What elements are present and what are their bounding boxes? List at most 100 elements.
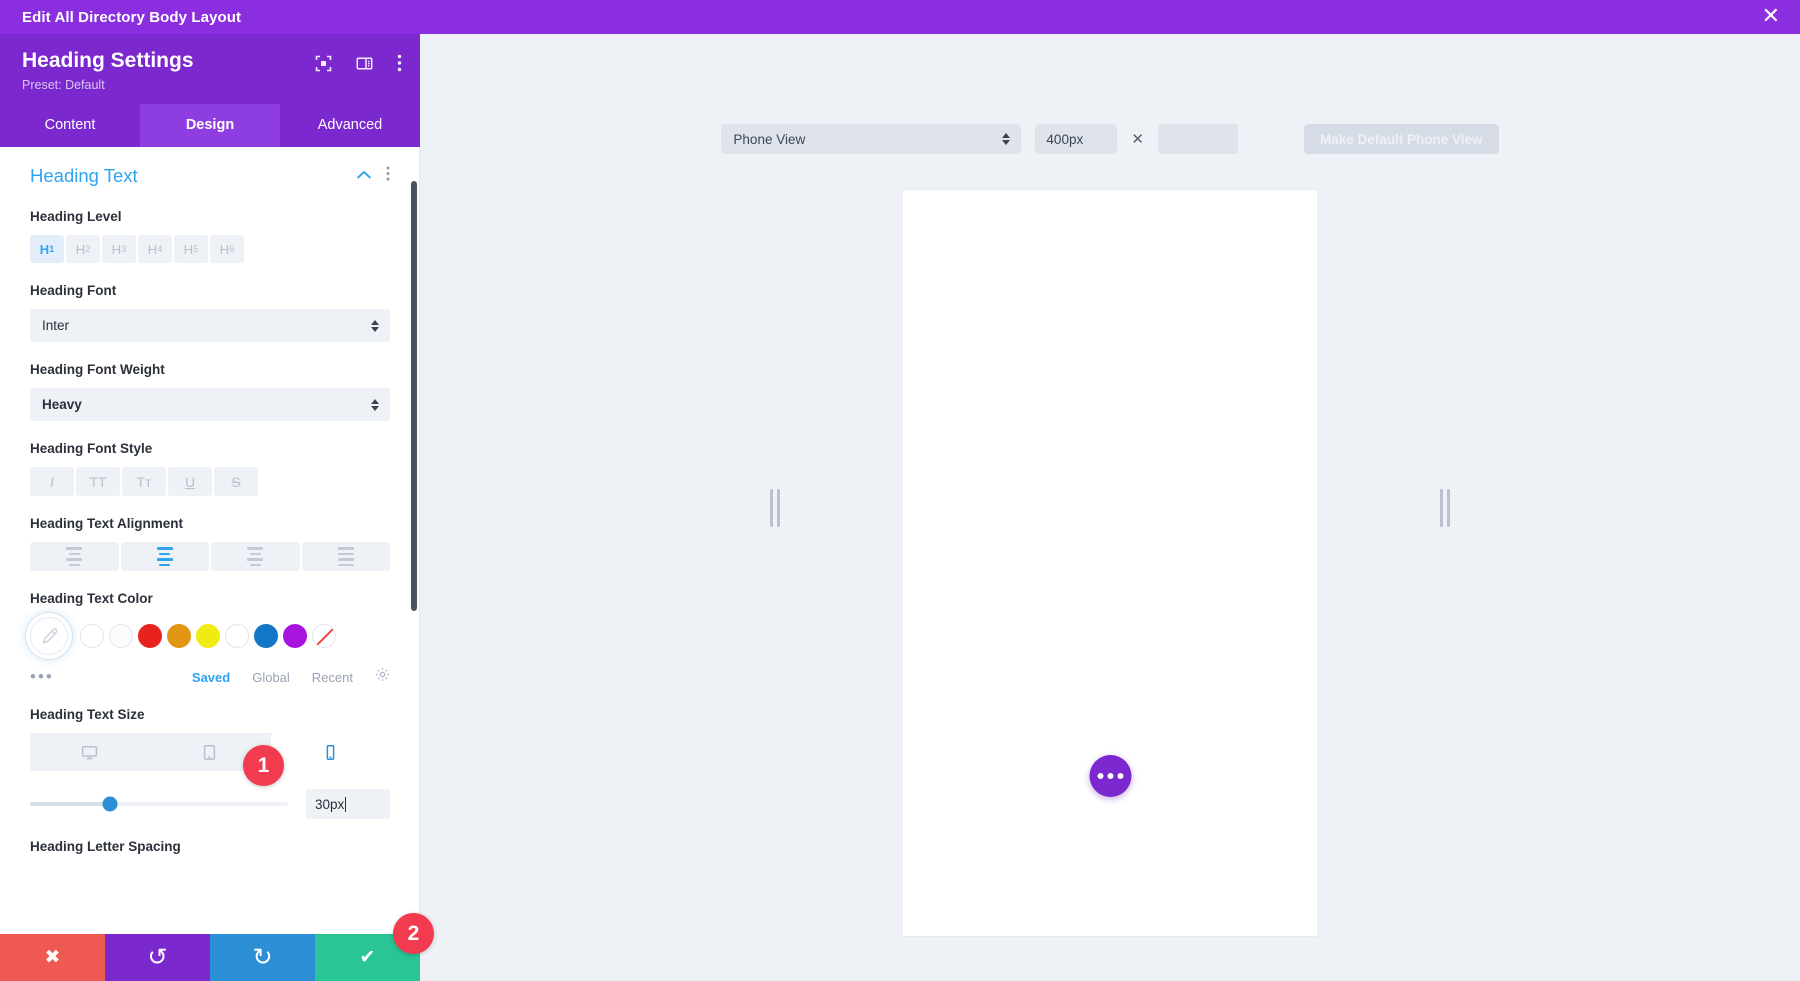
swatch-white-2[interactable] [109,624,133,649]
heading-text-size-slider-row: 30px [30,789,390,820]
h2-sub: 2 [85,244,91,255]
underline-icon[interactable]: U [168,467,212,497]
text-caret [345,796,347,812]
color-tab-saved[interactable]: Saved [192,670,230,685]
heading-level-h1[interactable]: H1 [30,235,64,264]
make-default-phone-view-button[interactable]: Make Default Phone View [1304,124,1499,154]
panel-scrollbar[interactable] [411,181,417,612]
swatch-blue[interactable] [254,624,278,649]
swatch-orange[interactable] [167,624,191,649]
slider-thumb[interactable] [102,796,118,812]
h3-sub: 3 [121,244,127,255]
check-icon: ✔ [359,947,376,968]
heading-level-h5[interactable]: H5 [174,235,208,264]
desktop-icon[interactable] [30,733,149,771]
swatch-purple[interactable] [283,624,307,649]
h3-label: H [111,241,122,257]
h6-sub: 6 [229,244,235,255]
resize-handle-left[interactable] [770,488,780,527]
focus-target-icon[interactable] [315,55,332,77]
view-mode-select[interactable]: Phone View [721,124,1022,154]
heading-font-weight-value: Heavy [42,397,82,413]
panel-preset-selector[interactable]: Preset: Default [22,78,398,92]
heading-level-h2[interactable]: H2 [66,235,100,264]
field-heading-letter-spacing: Heading Letter Spacing [30,839,390,854]
phone-icon[interactable] [270,733,390,772]
swatch-red[interactable] [138,624,162,649]
small-caps-icon[interactable]: Tᴛ [122,467,166,497]
color-swatch-row [30,617,390,656]
preview-height-input[interactable] [1158,124,1238,154]
swatch-none[interactable] [312,624,336,649]
window-title: Edit All Directory Body Layout [22,8,242,26]
italic-glyph: I [50,473,54,490]
more-dots-icon[interactable] [1089,755,1131,797]
align-left-icon[interactable] [30,542,119,572]
heading-text-size-slider[interactable] [30,796,288,812]
swatch-yellow[interactable] [196,624,220,649]
chevron-updown-icon [371,319,379,332]
resize-handle-right[interactable] [1440,488,1450,527]
heading-level-group: H1 H2 H3 H4 H5 H6 [30,235,390,264]
heading-font-weight-label: Heading Font Weight [30,362,165,378]
tab-advanced[interactable]: Advanced [280,104,420,147]
tab-content[interactable]: Content [0,104,140,147]
preview-canvas[interactable] [902,190,1318,936]
eyedropper-icon[interactable] [30,617,68,656]
chevron-up-icon[interactable] [356,167,372,185]
italic-icon[interactable]: I [30,467,74,497]
panel-action-bar: ✖ ↺ ↻ ✔ [0,934,420,981]
strikethrough-glyph: S [231,473,241,490]
undo-button[interactable]: ↺ [105,934,210,981]
swatch-white-3[interactable] [225,624,249,649]
strikethrough-icon[interactable]: S [214,467,258,497]
uppercase-glyph: TT [89,473,107,490]
h4-sub: 4 [157,244,163,255]
close-icon[interactable]: ✕ [1762,6,1780,28]
gear-icon[interactable] [375,667,390,687]
heading-text-size-label: Heading Text Size [30,707,145,723]
h5-label: H [183,241,194,257]
h6-label: H [219,241,230,257]
color-tab-global[interactable]: Global [252,670,290,685]
settings-panel: Heading Settings Preset: Default Content… [0,34,420,981]
panel-tabs: Content Design Advanced [0,104,420,148]
align-right-icon[interactable] [211,542,300,572]
heading-text-color-label: Heading Text Color [30,591,153,607]
heading-level-h3[interactable]: H3 [102,235,136,264]
heading-level-label: Heading Level [30,209,122,225]
heading-font-label: Heading Font [30,283,117,299]
heading-font-weight-select[interactable]: Heavy [30,388,390,422]
slider-fill [30,802,110,807]
heading-font-select[interactable]: Inter [30,309,390,343]
h4-label: H [147,241,158,257]
annotation-badge-1: 1 [243,745,284,786]
field-heading-font-weight: Heading Font Weight Heavy [30,362,390,422]
layout-columns-icon[interactable] [356,55,373,77]
preview-toolbar: Phone View 400px ✕ Make Default Phone Vi… [420,124,1800,154]
tab-design[interactable]: Design [140,104,280,148]
preview-width-input[interactable]: 400px [1035,124,1118,154]
underline-glyph: U [184,473,196,490]
align-justify-bars [337,547,354,567]
cancel-button[interactable]: ✖ [0,934,105,981]
align-center-icon[interactable] [120,542,209,572]
color-tab-recent[interactable]: Recent [312,670,353,685]
heading-level-h6[interactable]: H6 [210,235,244,264]
uppercase-icon[interactable]: TT [76,467,120,497]
color-swatch-footer: ••• Saved Global Recent [30,667,390,687]
section-options-dots-icon[interactable] [386,166,390,186]
panel-header-icons [315,54,402,77]
heading-text-size-input[interactable]: 30px [306,789,390,820]
heading-level-h4[interactable]: H4 [138,235,172,264]
more-colors-dots-icon[interactable]: ••• [30,667,54,687]
swatch-white-1[interactable] [80,624,104,649]
redo-button[interactable]: ↻ [210,934,315,981]
section-title: Heading Text [30,165,138,187]
field-heading-text-color: Heading Text Color ••• Saved Global Rece… [30,591,390,687]
align-justify-icon[interactable] [301,542,390,572]
field-heading-font-style: Heading Font Style I TT Tᴛ U S [30,441,390,497]
device-toggle-group [30,733,390,772]
heading-font-style-label: Heading Font Style [30,441,153,457]
vertical-dots-icon[interactable] [397,54,402,77]
